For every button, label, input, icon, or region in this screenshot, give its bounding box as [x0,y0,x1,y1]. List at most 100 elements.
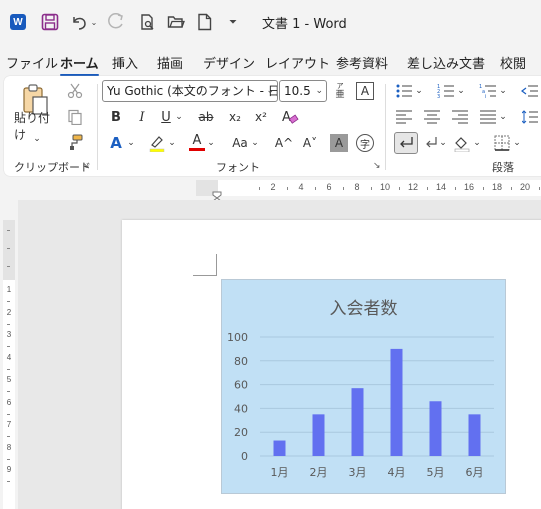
ruler-tick [7,436,10,437]
save-icon[interactable] [40,11,60,33]
subscript-button[interactable]: x₂ [226,108,244,126]
superscript-button[interactable]: x² [252,108,270,126]
y-tick-label: 0 [241,450,248,463]
ruler-tick [7,301,10,302]
character-shading-icon[interactable]: A [330,134,348,152]
new-document-icon[interactable] [196,11,214,33]
borders-dropdown-icon[interactable]: ⌄ [512,136,522,150]
align-center-icon[interactable] [422,108,442,126]
tab-layout[interactable]: レイアウト [265,53,330,72]
text-direction-icon[interactable] [394,132,418,154]
tab-draw[interactable]: 描画 [157,53,183,72]
shrink-font-button[interactable]: A˅ [300,134,320,152]
change-case-dropdown-icon[interactable]: ⌄ [250,136,260,150]
undo-icon[interactable] [70,11,88,33]
open-folder-icon[interactable] [166,11,186,33]
paste-dropdown-icon[interactable]: ⌄ [30,134,44,144]
enclose-characters-icon[interactable]: 字 [356,134,374,152]
ruler-tick [7,481,10,482]
ruler-number: 12 [407,182,418,192]
clipboard-launcher-icon[interactable]: ↘ [82,160,90,171]
ruler-tick [7,323,10,325]
tab-insert[interactable]: 挿入 [112,53,138,72]
tab-review[interactable]: 校閲 [500,53,526,72]
cut-icon[interactable] [66,82,84,100]
ruler-number: 2 [270,182,276,192]
tab-home[interactable]: ホーム [60,53,99,76]
strikethrough-button[interactable]: ab [197,108,215,126]
ruler-tick [399,187,400,190]
word-logo-icon: W [8,11,28,33]
decrease-indent-icon[interactable] [520,82,540,100]
bullets-dropdown-icon[interactable]: ⌄ [414,84,424,98]
tab-design[interactable]: デザイン [203,53,255,72]
redo-icon[interactable] [106,11,126,33]
shading-dropdown-icon[interactable]: ⌄ [472,136,482,150]
numbering-icon[interactable]: 123 [436,82,456,100]
change-case-button[interactable]: Aa [228,134,252,152]
align-left-icon[interactable] [394,108,414,126]
justify-icon[interactable] [478,108,498,126]
ruler-tick [427,187,428,190]
ruler-tick [7,391,10,392]
bold-button[interactable]: B [108,108,124,126]
character-border-icon[interactable]: A [356,82,374,100]
format-painter-icon[interactable] [66,133,84,151]
justify-dropdown-icon[interactable]: ⌄ [498,110,508,124]
chart[interactable]: 入会者数 0 20 40 60 80 100 1月 2月 3月 4月 5月 6月 [221,279,506,494]
font-color-dropdown-icon[interactable]: ⌄ [206,136,216,150]
text-effects-dropdown-icon[interactable]: ⌄ [126,136,136,150]
highlight-dropdown-icon[interactable]: ⌄ [167,136,177,150]
multilevel-list-icon[interactable]: 1ai [478,82,498,100]
underline-dropdown-icon[interactable]: ⌄ [174,110,184,124]
paragraph-group-label: 段落 [492,161,514,174]
chart-bar [390,348,403,456]
ruler-tick [483,187,484,190]
ruler-number: 7 [6,420,12,429]
clear-formatting-icon[interactable]: A [280,108,300,126]
multilevel-dropdown-icon[interactable]: ⌄ [498,84,508,98]
chart-bar [429,401,442,456]
numbering-dropdown-icon[interactable]: ⌄ [456,84,466,98]
font-launcher-icon[interactable]: ↘ [373,160,381,171]
print-preview-icon[interactable] [137,11,157,33]
shading-icon[interactable] [452,134,472,152]
underline-button[interactable]: U [158,108,174,126]
copy-icon[interactable] [66,108,84,126]
ruler-tick [7,266,10,267]
chart-bar [273,440,286,456]
font-color-icon[interactable]: A [188,132,206,152]
line-spacing-icon[interactable] [520,108,540,126]
x-tick-label: 4月 [388,466,406,479]
x-tick-label: 6月 [466,466,484,479]
borders-icon[interactable] [492,134,512,152]
ruler-tick [315,187,316,190]
y-tick-label: 60 [234,379,248,392]
ruler-number: 6 [6,397,12,407]
ruler-number: 14 [435,182,446,192]
highlight-icon[interactable] [147,134,167,152]
font-name-combo[interactable]: Yu Gothic (本文のフォント - 日 ⌄ [102,80,278,102]
tab-mailings[interactable]: 差し込み文書 [407,53,485,72]
tab-references[interactable]: 参考資料 [336,53,388,72]
direction-dropdown-icon[interactable]: ⌄ [438,136,448,150]
phonetic-glyph: 亜 [335,90,345,100]
vertical-ruler[interactable]: 1 2 3 4 5 6 7 8 9 [0,200,18,509]
grow-font-button[interactable]: A^ [274,134,294,152]
ruler-number: 8 [354,182,360,192]
phonetic-guide-icon[interactable]: ア亜 [332,82,348,100]
font-size-combo[interactable]: 10.5 ⌄ [279,80,327,102]
ruler-tick [343,187,344,190]
tab-file[interactable]: ファイル [6,53,58,72]
align-right-icon[interactable] [450,108,470,126]
bullets-icon[interactable] [394,82,414,100]
font-group-label: フォント [216,161,260,174]
italic-button[interactable]: I [134,108,150,126]
chart-bar [312,414,325,456]
paste-button[interactable]: 貼り付け [14,111,60,142]
text-effects-icon[interactable]: A [106,134,126,152]
ruler-tick [511,187,512,190]
customize-toolbar-icon[interactable]: ⏷ [226,11,240,33]
horizontal-ruler[interactable]: 246810121416182022 [0,178,541,200]
undo-dropdown-icon[interactable]: ⌄ [90,11,98,33]
